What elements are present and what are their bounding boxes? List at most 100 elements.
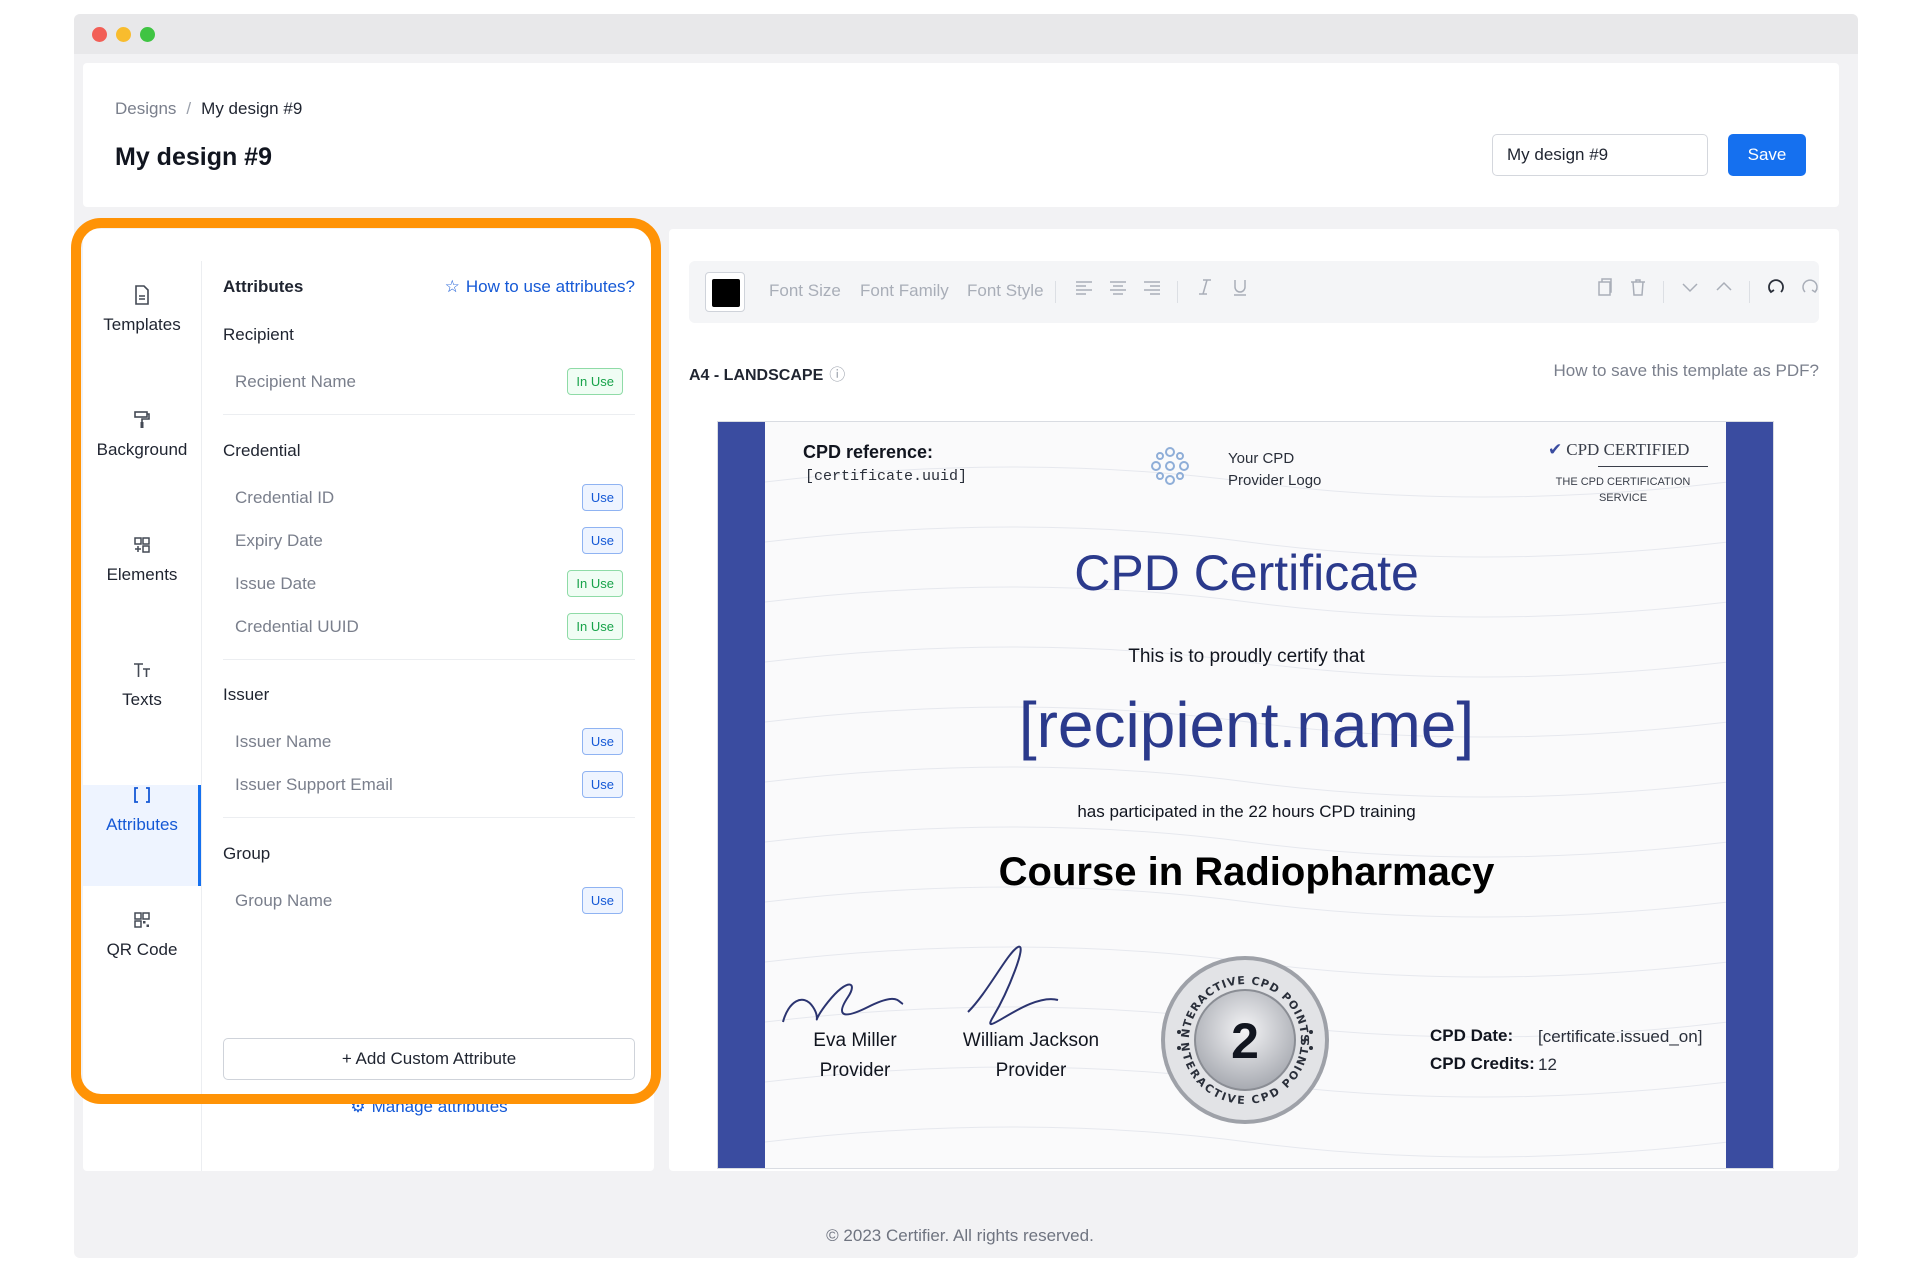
- in-use-badge[interactable]: In Use: [567, 368, 623, 395]
- left-panel: Templates Background Elements Texts Attr…: [83, 229, 654, 1171]
- certificate-subtitle[interactable]: This is to proudly certify that: [718, 646, 1773, 668]
- file-icon: [83, 285, 201, 309]
- save-as-pdf-help-link[interactable]: How to save this template as PDF?: [1553, 361, 1819, 381]
- text-icon: [83, 660, 201, 684]
- breadcrumb-separator: /: [186, 99, 192, 118]
- attribute-label: Recipient Name: [235, 372, 356, 391]
- check-circle-icon: ✔: [1548, 440, 1563, 459]
- text-color-picker[interactable]: [705, 272, 745, 312]
- provider-logo-line2: Provider Logo: [1228, 472, 1322, 489]
- nav-item-attributes[interactable]: Attributes: [83, 785, 201, 886]
- in-use-badge[interactable]: In Use: [567, 570, 623, 597]
- how-to-use-attributes-link[interactable]: ☆ How to use attributes?: [445, 277, 635, 297]
- info-icon[interactable]: ⓘ: [829, 367, 845, 384]
- cpd-credits-value[interactable]: 12: [1538, 1055, 1557, 1075]
- in-use-badge[interactable]: In Use: [567, 613, 623, 640]
- cpd-date-label[interactable]: CPD Date:: [1430, 1026, 1513, 1046]
- elements-icon: [83, 535, 201, 559]
- brackets-icon: [83, 785, 201, 809]
- nav-label-attributes: Attributes: [106, 815, 178, 834]
- group-title-credential: Credential: [223, 441, 301, 460]
- layer-up-icon[interactable]: [1714, 277, 1734, 303]
- signature-eva-miller[interactable]: [778, 962, 908, 1032]
- nav-item-background[interactable]: Background: [83, 410, 201, 511]
- cpd-certified-mark[interactable]: ✔ CPD CERTIFIED: [1548, 440, 1689, 460]
- underline-icon[interactable]: [1230, 277, 1250, 303]
- paper-size-label: A4 - LANDSCAPE ⓘ: [689, 361, 845, 385]
- close-window-button[interactable]: [92, 27, 107, 42]
- align-center-icon[interactable]: [1108, 277, 1128, 303]
- use-badge[interactable]: Use: [581, 887, 623, 914]
- toolbar-divider: [1055, 281, 1056, 303]
- italic-icon[interactable]: [1195, 277, 1215, 303]
- redo-icon[interactable]: [1800, 277, 1820, 303]
- cpd-date-value[interactable]: [certificate.issued_on]: [1538, 1027, 1702, 1047]
- use-badge[interactable]: Use: [581, 728, 623, 755]
- align-right-icon[interactable]: [1142, 277, 1162, 303]
- font-family-select[interactable]: Font Family: [860, 281, 949, 301]
- add-custom-attribute-button[interactable]: + Add Custom Attribute: [223, 1038, 635, 1080]
- design-name-input[interactable]: [1492, 134, 1708, 176]
- provider-logo-icon[interactable]: [1148, 444, 1192, 497]
- manage-attributes-link[interactable]: ⚙ Manage attributes: [223, 1097, 635, 1117]
- signer-name: William Jackson: [962, 1030, 1100, 1051]
- undo-icon[interactable]: [1766, 277, 1786, 303]
- cpd-certified-sub-line2: SERVICE: [1598, 492, 1648, 504]
- signer-eva-miller[interactable]: Eva Miller Provider: [770, 1026, 940, 1086]
- recipient-name-placeholder[interactable]: [recipient.name]: [718, 688, 1773, 762]
- attribute-label: Issuer Name: [235, 732, 332, 751]
- attribute-row-recipient-name: Recipient Name In Use: [235, 368, 635, 396]
- participation-text[interactable]: has participated in the 22 hours CPD tra…: [718, 802, 1773, 822]
- editor-toolbar: Font Size Font Family Font Style: [689, 261, 1819, 323]
- nav-item-texts[interactable]: Texts: [83, 660, 201, 761]
- cpd-reference-label[interactable]: CPD reference:: [803, 442, 933, 463]
- signature-william-jackson[interactable]: [958, 942, 1068, 1032]
- maximize-window-button[interactable]: [140, 27, 155, 42]
- breadcrumb-designs-link[interactable]: Designs: [115, 99, 176, 118]
- provider-logo-text[interactable]: Your CPD Provider Logo: [1228, 448, 1348, 492]
- use-badge[interactable]: Use: [581, 484, 623, 511]
- certificate-canvas[interactable]: CPD reference: [certificate.uuid] Your C…: [717, 421, 1774, 1169]
- certificate-title[interactable]: CPD Certificate: [718, 544, 1773, 602]
- nav-item-templates[interactable]: Templates: [83, 285, 201, 386]
- font-size-select[interactable]: Font Size: [769, 281, 841, 301]
- minimize-window-button[interactable]: [116, 27, 131, 42]
- nav-label-texts: Texts: [122, 690, 162, 709]
- attribute-row-expiry-date: Expiry Date Use: [235, 527, 635, 555]
- nav-label-elements: Elements: [106, 565, 178, 584]
- duplicate-icon[interactable]: [1594, 277, 1614, 303]
- cpd-credits-label[interactable]: CPD Credits:: [1430, 1054, 1535, 1074]
- cpd-certified-sub-line1: THE CPD CERTIFICATION: [1555, 476, 1691, 488]
- course-name[interactable]: Course in Radiopharmacy: [718, 850, 1773, 895]
- layer-down-icon[interactable]: [1680, 277, 1700, 303]
- star-icon: ☆: [444, 277, 460, 296]
- group-title-recipient: Recipient: [223, 325, 294, 344]
- attributes-header: Attributes ☆ How to use attributes?: [223, 277, 635, 297]
- group-divider: [223, 817, 635, 818]
- cpd-reference-value[interactable]: [certificate.uuid]: [805, 468, 967, 485]
- align-left-icon[interactable]: [1074, 277, 1094, 303]
- footer-copyright: © 2023 Certifier. All rights reserved.: [826, 1226, 1094, 1245]
- attribute-row-group-name: Group Name Use: [235, 887, 635, 915]
- attribute-label: Issue Date: [235, 574, 317, 593]
- paint-roller-icon: [83, 410, 201, 434]
- window-titlebar: [74, 14, 1858, 54]
- breadcrumb-current: My design #9: [201, 99, 303, 118]
- use-badge[interactable]: Use: [581, 771, 623, 798]
- nav-label-background: Background: [96, 440, 188, 459]
- use-badge[interactable]: Use: [581, 527, 623, 554]
- nav-item-elements[interactable]: Elements: [83, 535, 201, 636]
- toolbar-divider: [1663, 281, 1664, 303]
- cpd-certified-text: CPD CERTIFIED: [1566, 440, 1690, 459]
- toolbar-divider: [1177, 281, 1178, 303]
- signer-william-jackson[interactable]: William Jackson Provider: [946, 1026, 1116, 1086]
- provider-logo-line1: Your CPD: [1228, 450, 1295, 467]
- trash-icon[interactable]: [1628, 277, 1648, 303]
- attribute-label: Credential ID: [235, 488, 335, 507]
- nav-item-qr-code[interactable]: QR Code: [83, 910, 201, 1011]
- font-style-select[interactable]: Font Style: [967, 281, 1044, 301]
- attribute-label: Group Name: [235, 891, 333, 910]
- breadcrumb: Designs / My design #9: [115, 99, 302, 119]
- save-button[interactable]: Save: [1728, 134, 1806, 176]
- attribute-label: Credential UUID: [235, 617, 359, 636]
